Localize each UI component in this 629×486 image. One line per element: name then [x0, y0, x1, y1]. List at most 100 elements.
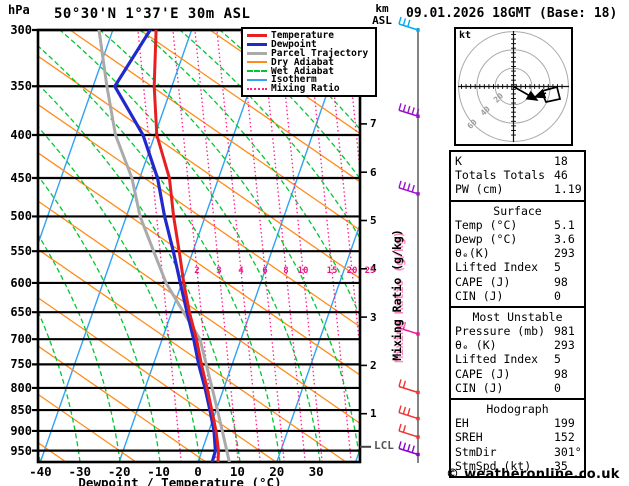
stat-label: Dewp (°C) — [455, 231, 518, 246]
lcl-label: LCL — [374, 439, 394, 452]
pressure-tick-label: 700 — [10, 332, 32, 347]
legend-swatch — [247, 33, 267, 37]
wind-barb — [398, 423, 420, 439]
table-row: CIN (J) 0 — [451, 289, 584, 303]
stats-section-header: Surface — [493, 203, 542, 218]
stat-label: K — [455, 154, 462, 168]
stats-section-header: Hodograph — [486, 402, 549, 416]
stat-value: 199 — [554, 416, 575, 431]
legend-swatch — [247, 87, 267, 90]
legend-entry: Mixing Ratio — [247, 83, 375, 95]
stats-section-header: Most Unstable — [472, 309, 563, 324]
stat-value: 3.6 — [554, 231, 575, 246]
km-tick-label: 5 — [370, 214, 377, 227]
stat-value: 301° — [554, 444, 582, 459]
stat-label: CIN (J) — [455, 288, 504, 303]
km-tick-label: 3 — [370, 310, 377, 324]
stats-section: K 18 Totals Totals 46 PW (cm) 1.19 — [449, 150, 586, 202]
stat-value: 98 — [554, 274, 568, 289]
legend-swatch — [247, 51, 267, 55]
table-row: θₑ(K) 293 — [451, 246, 584, 260]
stat-label: CAPE (J) — [455, 366, 511, 381]
table-row: CAPE (J) 98 — [451, 367, 584, 381]
wind-barb — [398, 405, 420, 421]
pressure-tick-label: 750 — [10, 357, 32, 372]
stat-label: EH — [455, 416, 469, 431]
legend-swatch — [247, 78, 267, 81]
pressure-tick-label: 900 — [10, 423, 32, 438]
stat-label: CAPE (J) — [455, 274, 511, 289]
pressure-tick-label: 450 — [10, 170, 32, 185]
temp-tick-label: 30 — [308, 464, 324, 479]
stat-value: 0 — [554, 288, 561, 303]
stat-value: 293 — [554, 338, 575, 353]
stats-section: Surface Temp (°C) 5.1 Dewp (°C) 3.6 θₑ(K) 293 L… — [449, 199, 586, 308]
stat-value: 46 — [554, 168, 568, 183]
stat-label: Pressure (mb) — [455, 324, 546, 339]
mixing-ratio-value-label: 15 — [326, 266, 338, 276]
legend-swatch — [247, 61, 267, 64]
stat-label: SREH — [455, 430, 483, 445]
mixing-ratio-value-label: 3 — [216, 266, 222, 276]
table-row: Temp (°C) 5.1 — [451, 218, 584, 232]
wind-barb — [398, 441, 420, 457]
pressure-tick-label: 300 — [10, 23, 32, 37]
stat-label: θₑ(K) — [455, 246, 490, 261]
stat-value: 98 — [554, 366, 568, 381]
pressure-tick-label: 800 — [10, 380, 32, 395]
legend-swatch — [247, 70, 267, 72]
pressure-tick-label: 650 — [10, 305, 32, 320]
stats-table: K 18 Totals Totals 46 PW (cm) 1.19 Surface Temp… — [449, 150, 586, 478]
table-row: EH 199 — [451, 416, 584, 430]
legend: Temperature Dewpoint Parcel Trajectory Dry … — [241, 27, 377, 98]
table-row: Pressure (mb) 981 — [451, 324, 584, 338]
stat-label: PW (cm) — [455, 182, 504, 197]
table-row: SREH 152 — [451, 430, 584, 444]
table-row: K 18 — [451, 154, 584, 168]
stat-value: 5 — [554, 260, 561, 275]
mixing-ratio-value-label: 20 — [346, 266, 358, 276]
hodograph: 204060 — [454, 27, 573, 146]
stat-value: 5.1 — [554, 217, 575, 232]
stat-label: StmDir — [455, 444, 497, 459]
mixing-ratio-value-label: 6 — [262, 266, 268, 276]
temp-tick-label: -40 — [29, 464, 52, 479]
stat-value: 152 — [554, 430, 575, 445]
table-row: Dewp (°C) 3.6 — [451, 232, 584, 246]
stat-label: θₑ (K) — [455, 338, 497, 353]
stats-section: Hodograph EH 199 SREH 152 StmDir 301° StmSpd (k… — [449, 398, 586, 478]
copyright: © weatheronline.co.uk — [446, 467, 620, 482]
legend-label: Mixing Ratio — [271, 83, 340, 95]
mixing-ratio-line — [194, 30, 239, 462]
pressure-tick-label: 350 — [10, 79, 32, 94]
wind-barb — [398, 103, 420, 118]
stat-label: Totals Totals — [455, 168, 546, 183]
mixing-ratio-value-label: 4 — [238, 266, 244, 276]
mixing-ratio-value-label: 2 — [194, 266, 200, 276]
stat-value: 18 — [554, 154, 568, 168]
stat-value: 0 — [554, 380, 561, 395]
km-tick-label: 6 — [370, 165, 377, 179]
mixing-ratio-value-label: 25 — [364, 266, 376, 276]
pressure-tick-label: 400 — [10, 127, 32, 142]
table-row: StmDir 301° — [451, 445, 584, 459]
km-tick-label: 2 — [370, 358, 377, 372]
km-tick-label: 7 — [370, 117, 377, 131]
table-row: PW (cm) 1.19 — [451, 182, 584, 196]
mixing-ratio-line — [137, 30, 182, 462]
table-row: θₑ (K) 293 — [451, 338, 584, 352]
table-row: Totals Totals 46 — [451, 168, 584, 182]
mixing-ratio-value-label: 8 — [283, 266, 289, 276]
isotherm-line — [39, 30, 193, 462]
temperature-axis-title: Dewpoint / Temperature (°C) — [78, 475, 282, 486]
pressure-tick-label: 950 — [10, 443, 32, 458]
table-row: CIN (J) 0 — [451, 381, 584, 395]
stats-section: Most Unstable Pressure (mb) 981 θₑ (K) 293 Li… — [449, 305, 586, 400]
km-tick-label: 1 — [370, 407, 377, 421]
table-row: CAPE (J) 98 — [451, 275, 584, 289]
pressure-tick-label: 500 — [10, 209, 32, 224]
stat-label: CIN (J) — [455, 380, 504, 395]
stat-value: 981 — [554, 324, 575, 339]
stat-label: Lifted Index — [455, 352, 539, 367]
mixing-ratio-axis-label: Mixing Ratio (g/kg) — [390, 229, 404, 361]
